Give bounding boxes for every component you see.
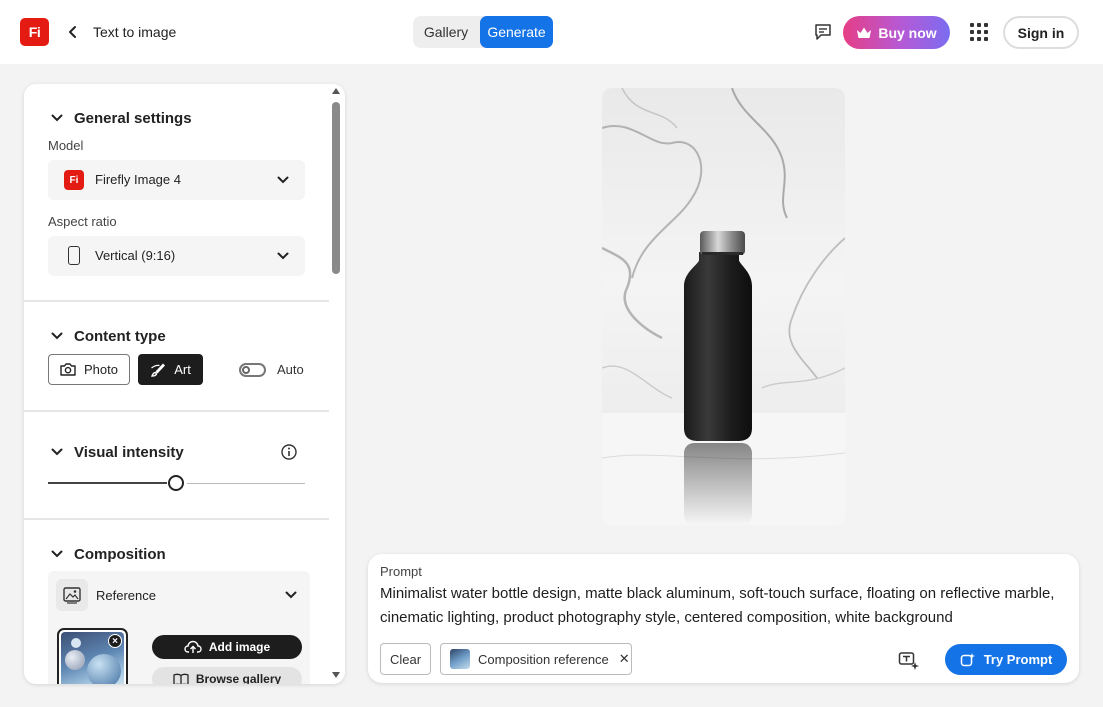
aspect-ratio-value: Vertical (9:16)	[95, 248, 176, 263]
reference-label[interactable]: Reference	[96, 588, 156, 603]
photo-button[interactable]: Photo	[48, 354, 130, 385]
sign-in-button[interactable]: Sign in	[1003, 16, 1079, 49]
art-button[interactable]: Art	[138, 354, 203, 385]
section-divider	[24, 410, 329, 412]
auto-toggle[interactable]	[239, 363, 266, 377]
back-button[interactable]	[64, 22, 82, 42]
clear-button[interactable]: Clear	[380, 643, 431, 675]
model-dropdown[interactable]: Fi Firefly Image 4	[48, 160, 305, 200]
info-icon[interactable]	[281, 444, 297, 460]
content-type-title[interactable]: Content type	[74, 328, 166, 345]
prompt-label: Prompt	[380, 564, 422, 579]
upload-cloud-icon	[184, 640, 202, 653]
generated-image[interactable]	[602, 88, 845, 525]
model-label: Model	[48, 138, 84, 153]
chevron-down-icon[interactable]	[51, 448, 63, 456]
general-settings-title[interactable]: General settings	[74, 110, 192, 127]
chevron-down-icon[interactable]	[51, 550, 63, 558]
auto-label: Auto	[277, 362, 304, 377]
chevron-down-icon[interactable]	[51, 114, 63, 122]
remove-chip-icon[interactable]: ✕	[619, 651, 630, 667]
chevron-down-icon	[277, 252, 289, 260]
art-label: Art	[174, 362, 191, 377]
intensity-slider-fill	[48, 482, 167, 484]
composition-title[interactable]: Composition	[74, 546, 166, 563]
composition-reference-chip[interactable]: Composition reference ✕	[440, 643, 632, 675]
remove-reference-icon[interactable]: ×	[108, 634, 122, 648]
prompt-input[interactable]: Minimalist water bottle design, matte bl…	[380, 582, 1070, 630]
crown-icon	[857, 27, 872, 38]
chip-label: Composition reference	[478, 651, 609, 667]
tab-gallery[interactable]: Gallery	[413, 16, 479, 48]
section-divider	[24, 518, 329, 520]
chevron-down-icon	[277, 176, 289, 184]
sparkle-icon	[960, 652, 975, 666]
browse-gallery-label: Browse gallery	[195, 672, 282, 684]
visual-intensity-title[interactable]: Visual intensity	[74, 444, 184, 461]
try-prompt-button[interactable]: Try Prompt	[945, 644, 1067, 675]
buy-now-label: Buy now	[878, 24, 937, 41]
try-prompt-label: Try Prompt	[983, 652, 1053, 667]
text-effects-icon[interactable]	[898, 651, 920, 671]
add-image-button[interactable]: Add image	[152, 635, 302, 659]
photo-label: Photo	[84, 362, 118, 377]
firefly-logo[interactable]: Fi	[20, 18, 49, 46]
add-image-label: Add image	[208, 640, 271, 654]
prompt-card: Prompt Minimalist water bottle design, m…	[368, 554, 1079, 683]
reference-thumbnail[interactable]: ×	[57, 628, 128, 684]
apps-grid-icon[interactable]	[970, 23, 988, 41]
chevron-down-icon[interactable]	[285, 591, 297, 599]
aspect-ratio-label: Aspect ratio	[48, 214, 117, 229]
page-title: Text to image	[93, 24, 177, 40]
phone-outline-icon	[68, 246, 80, 265]
panel-scrollbar-thumb[interactable]	[332, 102, 340, 274]
chip-thumbnail	[450, 649, 470, 669]
intensity-slider-thumb[interactable]	[168, 475, 184, 491]
scroll-down-arrow[interactable]	[332, 672, 340, 678]
aspect-ratio-dropdown[interactable]: Vertical (9:16)	[48, 236, 305, 276]
reference-image-icon	[56, 579, 88, 611]
back-chevron-icon	[69, 26, 76, 38]
settings-panel: General settings Model Fi Firefly Image …	[24, 84, 345, 684]
intensity-slider-track[interactable]	[187, 483, 305, 484]
feedback-icon	[815, 24, 831, 40]
section-divider	[24, 300, 329, 302]
browse-book-icon	[173, 673, 189, 684]
toggle-knob	[242, 366, 250, 374]
firefly-model-icon: Fi	[64, 170, 84, 190]
app-header: Fi Text to image Gallery Generate Buy no…	[0, 0, 1103, 64]
tab-generate[interactable]: Generate	[480, 16, 553, 48]
model-value: Firefly Image 4	[95, 172, 181, 187]
art-brush-icon	[151, 362, 166, 377]
browse-gallery-button[interactable]: Browse gallery	[152, 667, 302, 684]
scroll-up-arrow[interactable]	[332, 88, 340, 94]
buy-now-button[interactable]: Buy now	[843, 16, 950, 49]
chevron-down-icon[interactable]	[51, 332, 63, 340]
feedback-button[interactable]	[813, 22, 833, 42]
camera-icon	[60, 363, 76, 376]
composition-reference-box: Reference × Add image Browse gallery	[48, 571, 310, 684]
mode-switch: Gallery Generate	[413, 16, 553, 48]
